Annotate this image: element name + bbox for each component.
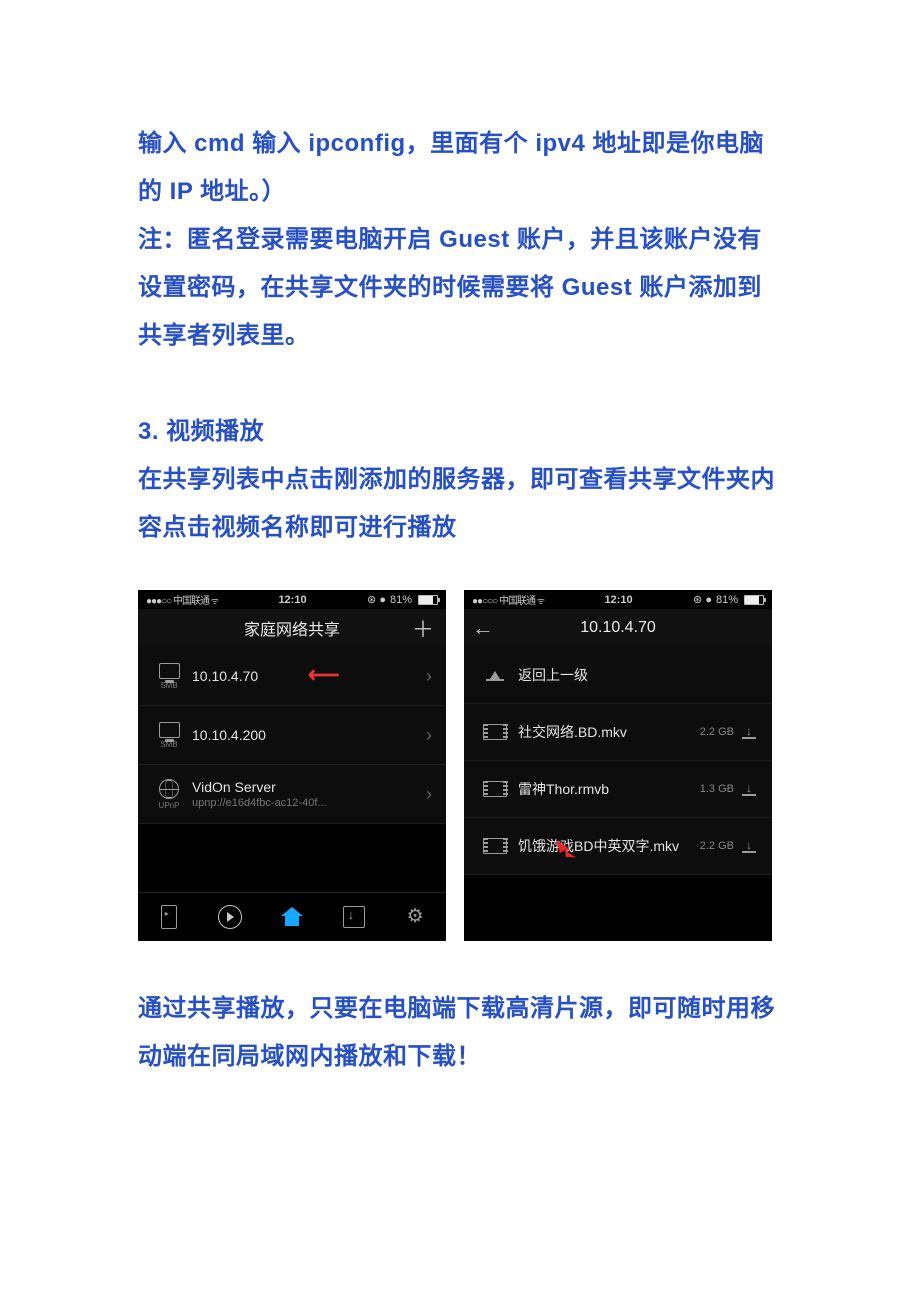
screenshot-right: ●●○○○ 中国联通 ᯤ 12:10 ⊛ ● 81% ← 10.10.4.70 …: [464, 590, 772, 941]
battery-icon: [744, 595, 764, 605]
server-url: upnp://e16d4fbc-ac12-40f...: [192, 797, 426, 809]
back-button[interactable]: ←: [464, 609, 502, 647]
smb-icon: SMB: [152, 663, 186, 690]
server-address: 10.10.4.70: [192, 668, 426, 684]
file-row[interactable]: 雷神Thor.rmvb 1.3 GB ↓: [464, 761, 772, 818]
download-button[interactable]: ↓: [740, 724, 758, 740]
server-row[interactable]: UPnP VidOn Server upnp://e16d4fbc-ac12-4…: [138, 765, 446, 824]
tab-download[interactable]: [340, 903, 368, 931]
battery-icon: [418, 595, 438, 605]
up-icon: [478, 671, 512, 679]
tab-home[interactable]: [278, 903, 306, 931]
film-icon: [478, 838, 512, 854]
battery-percent: 81%: [390, 594, 412, 606]
status-bar: ●●●○○ 中国联通 ᯤ 12:10 ⊛ ● 81%: [138, 590, 446, 609]
carrier-label: ●●●○○ 中国联通 ᯤ: [146, 592, 218, 607]
paragraph-note: 注：匿名登录需要电脑开启 Guest 账户，并且该账户没有设置密码，在共享文件夹…: [138, 216, 782, 360]
carrier-label: ●●○○○ 中国联通 ᯤ: [472, 592, 544, 607]
server-list: SMB 10.10.4.70 ⟵ › SMB 10.10.4.200 › UPn…: [138, 647, 446, 892]
server-row[interactable]: SMB 10.10.4.70 ⟵ ›: [138, 647, 446, 706]
file-row[interactable]: 社交网络.BD.mkv 2.2 GB ↓: [464, 704, 772, 761]
download-button[interactable]: ↓: [740, 838, 758, 854]
upnp-icon: UPnP: [152, 779, 186, 810]
status-bar: ●●○○○ 中国联通 ᯤ 12:10 ⊛ ● 81%: [464, 590, 772, 609]
tab-settings[interactable]: ⚙: [401, 903, 429, 931]
chevron-right-icon: ›: [426, 784, 432, 805]
nav-bar: 家庭网络共享 ＋: [138, 609, 446, 647]
file-list: 返回上一级 社交网络.BD.mkv 2.2 GB ↓ 雷神Thor.rmvb 1…: [464, 647, 772, 941]
play-icon: [218, 905, 242, 929]
status-time: 12:10: [544, 594, 693, 606]
nav-title: 家庭网络共享: [244, 616, 340, 640]
home-icon: [281, 907, 303, 927]
up-one-level[interactable]: 返回上一级: [464, 647, 772, 704]
tab-play[interactable]: [216, 903, 244, 931]
spacer: [138, 360, 782, 408]
film-icon: [478, 724, 512, 740]
section-3-body: 在共享列表中点击刚添加的服务器，即可查看共享文件夹内容点击视频名称即可进行播放: [138, 456, 782, 552]
server-address: 10.10.4.200: [192, 727, 426, 743]
gear-icon: ⚙: [405, 907, 425, 927]
tab-local[interactable]: [155, 903, 183, 931]
add-button[interactable]: ＋: [404, 609, 442, 647]
chevron-right-icon: ›: [426, 666, 432, 687]
status-indicator-icon: ⊛ ●: [367, 593, 386, 606]
file-name: 社交网络.BD.mkv: [518, 722, 700, 742]
nav-bar: ← 10.10.4.70: [464, 609, 772, 647]
screenshot-left: ●●●○○ 中国联通 ᯤ 12:10 ⊛ ● 81% 家庭网络共享 ＋ SMB …: [138, 590, 446, 941]
chevron-right-icon: ›: [426, 725, 432, 746]
nav-title: 10.10.4.70: [580, 619, 656, 637]
download-button[interactable]: ↓: [740, 781, 758, 797]
server-name: VidOn Server: [192, 779, 426, 795]
status-right: ⊛ ● 81%: [367, 593, 438, 606]
download-icon: [343, 906, 365, 928]
paragraph-ip: 输入 cmd 输入 ipconfig，里面有个 ipv4 地址即是你电脑的 IP…: [138, 120, 782, 216]
row-label: 返回上一级: [518, 665, 758, 685]
film-icon: [478, 781, 512, 797]
file-name: 雷神Thor.rmvb: [518, 779, 700, 799]
section-3-title: 3. 视频播放: [138, 408, 782, 456]
status-time: 12:10: [218, 594, 367, 606]
status-indicator-icon: ⊛ ●: [693, 593, 712, 606]
file-name: 饥饿游戏BD中英双字.mkv: [518, 836, 700, 856]
file-row[interactable]: 饥饿游戏BD中英双字.mkv 2.2 GB ↓: [464, 818, 772, 875]
paragraph-summary: 通过共享播放，只要在电脑端下载高清片源，即可随时用移动端在同局域网内播放和下载！: [138, 985, 782, 1081]
server-row[interactable]: SMB 10.10.4.200 ›: [138, 706, 446, 765]
screenshots-row: ●●●○○ 中国联通 ᯤ 12:10 ⊛ ● 81% 家庭网络共享 ＋ SMB …: [138, 590, 782, 941]
document-page: 输入 cmd 输入 ipconfig，里面有个 ipv4 地址即是你电脑的 IP…: [0, 0, 920, 1302]
smb-icon: SMB: [152, 722, 186, 749]
file-size: 1.3 GB: [700, 783, 734, 795]
file-size: 2.2 GB: [700, 726, 734, 738]
tab-bar: ⚙: [138, 892, 446, 941]
status-right: ⊛ ● 81%: [693, 593, 764, 606]
battery-percent: 81%: [716, 594, 738, 606]
file-size: 2.2 GB: [700, 840, 734, 852]
phone-icon: [161, 905, 177, 929]
